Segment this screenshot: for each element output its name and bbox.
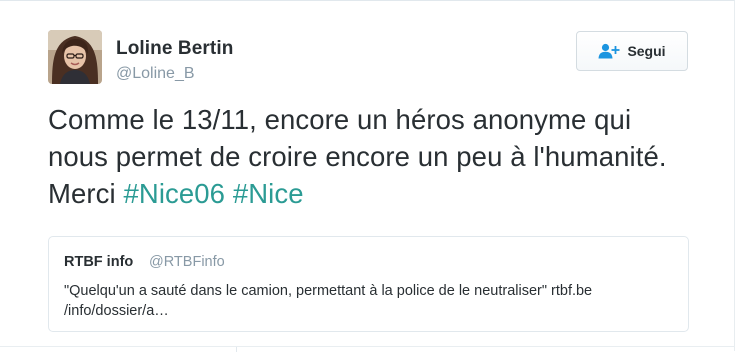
quoted-author-handle: @RTBFinfo [149, 254, 225, 270]
follow-button[interactable]: Segui [576, 31, 688, 71]
follow-user-icon [598, 43, 620, 59]
author-display-name[interactable]: Loline Bertin [116, 38, 233, 60]
avatar-photo [48, 30, 102, 84]
tweet-text: Comme le 13/11, encore un héros anonyme … [48, 101, 698, 212]
hashtag-nice06[interactable]: #Nice06 [123, 178, 225, 209]
tweet-card: Loline Bertin @Loline_B Segui Comme le 1… [0, 0, 735, 352]
hashtag-nice[interactable]: #Nice [233, 178, 304, 209]
quoted-author-name: RTBF info [64, 254, 134, 270]
quoted-tweet-card[interactable]: RTBF info @RTBFinfo "Quelqu'un a sauté d… [48, 236, 689, 332]
divider-tick [236, 347, 237, 352]
divider [0, 346, 735, 347]
avatar[interactable] [48, 30, 102, 84]
author-handle[interactable]: @Loline_B [116, 65, 195, 83]
quoted-tweet-text: "Quelqu'un a sauté dans le camion, perme… [64, 283, 593, 319]
follow-button-label: Segui [627, 43, 666, 59]
